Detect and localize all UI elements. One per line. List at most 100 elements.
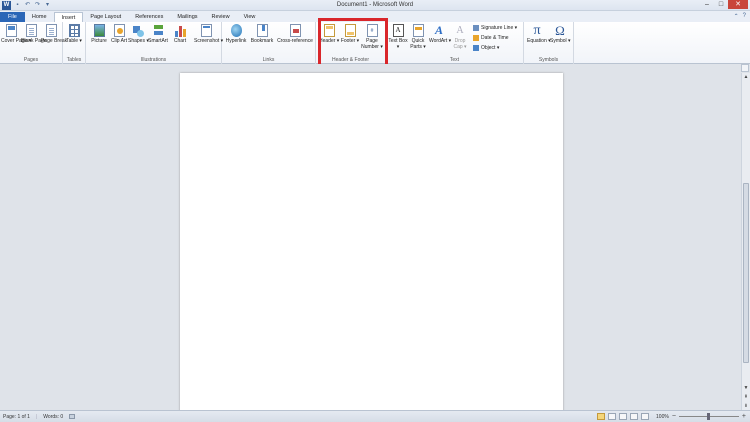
proofing-icon[interactable] — [69, 414, 76, 419]
pi-icon: π — [533, 23, 541, 38]
date-time-button[interactable]: Date & Time — [473, 35, 509, 41]
text-box-button[interactable]: A Text Box ▾ — [388, 24, 408, 50]
outline-view-button[interactable] — [630, 413, 639, 420]
wordart-button[interactable]: A WordArt ▾ — [429, 23, 451, 45]
page-count-status[interactable]: Page: 1 of 1 — [3, 414, 30, 420]
tab-view[interactable]: View — [237, 12, 263, 22]
chart-icon — [174, 24, 186, 37]
bookmark-icon — [256, 24, 268, 37]
hyperlink-globe-icon — [230, 24, 242, 37]
close-button[interactable]: ✕ — [728, 0, 748, 9]
scroll-down-icon[interactable]: ▼ — [742, 384, 750, 392]
header-footer-highlight — [318, 18, 388, 67]
cross-reference-button[interactable]: Cross-reference — [276, 24, 314, 44]
bookmark-button[interactable]: Bookmark — [250, 24, 274, 44]
page-break-button[interactable]: Page Break — [41, 24, 67, 44]
window-title: Document1 - Microsoft Word — [336, 2, 414, 8]
picture-icon — [93, 24, 105, 37]
calendar-icon — [473, 35, 479, 41]
equation-button[interactable]: π Equation ▾ — [527, 23, 551, 45]
status-left: Page: 1 of 1 | Words: 0 — [3, 414, 76, 420]
group-text: A Text Box ▾ Quick Parts ▾ A WordArt ▾ A… — [386, 22, 524, 64]
document-area — [0, 64, 741, 413]
blank-page-icon — [25, 24, 37, 37]
omega-icon: Ω — [555, 23, 565, 38]
table-button[interactable]: Table ▾ — [64, 24, 84, 44]
draft-view-button[interactable] — [641, 413, 650, 420]
scroll-up-icon[interactable]: ▲ — [742, 73, 750, 81]
tab-mailings[interactable]: Mailings — [170, 12, 204, 22]
tab-page-layout[interactable]: Page Layout — [83, 12, 128, 22]
group-label-tables: Tables — [66, 57, 82, 63]
print-layout-view-button[interactable] — [597, 413, 606, 420]
picture-button[interactable]: Picture — [89, 24, 109, 44]
drop-cap-icon: A — [456, 25, 464, 36]
quick-parts-button[interactable]: Quick Parts ▾ — [408, 24, 428, 50]
tab-review[interactable]: Review — [205, 12, 237, 22]
group-label-text: Text — [449, 57, 460, 63]
minimize-ribbon-icon[interactable]: ⌃ — [734, 13, 739, 20]
web-layout-view-button[interactable] — [619, 413, 628, 420]
chart-button[interactable]: Chart — [170, 24, 190, 44]
group-links: Hyperlink Bookmark Cross-reference Links — [222, 22, 316, 64]
vertical-scrollbar[interactable]: ▲ ▼ ⇞ ⇟ — [741, 73, 750, 410]
tab-references[interactable]: References — [128, 12, 170, 22]
tab-insert[interactable]: Insert — [53, 12, 84, 22]
group-tables: Table ▾ Tables — [63, 22, 86, 64]
blank-page-button[interactable]: Blank Page — [21, 24, 47, 44]
screenshot-icon — [200, 24, 212, 37]
wordart-icon: A — [434, 23, 443, 37]
zoom-out-button[interactable]: − — [672, 413, 676, 420]
zoom-slider-thumb[interactable] — [706, 413, 710, 420]
smartart-button[interactable]: SmartArt — [148, 24, 168, 44]
ribbon-controls: ⌃ ? — [734, 13, 746, 20]
tab-file[interactable]: File — [0, 12, 25, 22]
help-icon[interactable]: ? — [743, 13, 746, 20]
status-separator: | — [35, 414, 38, 420]
minimize-button[interactable]: – — [700, 0, 714, 9]
hyperlink-button[interactable]: Hyperlink — [224, 24, 248, 44]
group-pages: Cover Page ▾ Blank Page Page Break Pages — [0, 22, 67, 64]
group-illustrations: Picture Clip Art Shapes ▾ SmartArt Chart… — [86, 22, 223, 64]
group-label-symbols: Symbols — [538, 57, 559, 63]
zoom-slider[interactable] — [678, 413, 739, 420]
status-right: 100% − + — [597, 413, 746, 420]
group-label-illustrations: Illustrations — [140, 57, 167, 63]
word-count-status[interactable]: Words: 0 — [43, 414, 63, 420]
zoom-level[interactable]: 100% — [656, 414, 669, 420]
maximize-button[interactable]: □ — [714, 0, 728, 9]
next-page-icon[interactable]: ⇟ — [742, 402, 750, 410]
group-label-links: Links — [262, 57, 275, 63]
document-page[interactable] — [180, 73, 563, 413]
shapes-button[interactable]: Shapes ▾ — [128, 24, 149, 44]
symbol-button[interactable]: Ω Symbol ▾ — [550, 23, 571, 44]
smartart-icon — [153, 24, 164, 37]
page-break-icon — [45, 24, 57, 37]
group-label-pages: Pages — [23, 57, 39, 63]
table-icon — [68, 24, 80, 37]
cover-page-button[interactable]: Cover Page ▾ — [1, 24, 31, 44]
zoom-in-button[interactable]: + — [742, 413, 746, 420]
signature-line-button[interactable]: Signature Line ▾ — [473, 25, 517, 31]
object-button[interactable]: Object ▾ — [473, 45, 499, 51]
cover-page-icon — [5, 24, 17, 37]
drop-cap-button[interactable]: A Drop Cap ▾ — [450, 24, 470, 50]
shapes-icon — [132, 24, 144, 37]
text-box-icon: A — [392, 24, 404, 37]
title-bar: W ▪ ↶ ↷ ▾ Document1 - Microsoft Word – □… — [0, 0, 750, 11]
tab-home[interactable]: Home — [25, 12, 54, 22]
signature-line-icon — [473, 25, 479, 31]
scroll-thumb[interactable] — [743, 183, 749, 363]
full-screen-reading-view-button[interactable] — [608, 413, 617, 420]
cross-reference-icon — [289, 24, 301, 37]
window-controls: – □ ✕ — [700, 0, 748, 9]
status-bar: Page: 1 of 1 | Words: 0 100% − + — [0, 410, 750, 422]
previous-page-icon[interactable]: ⇞ — [742, 393, 750, 401]
group-symbols: π Equation ▾ Ω Symbol ▾ Symbols — [524, 22, 574, 64]
quick-parts-icon — [412, 24, 424, 37]
view-ruler-button[interactable] — [741, 64, 749, 72]
clip-art-button[interactable]: Clip Art — [109, 24, 129, 44]
screenshot-button[interactable]: Screenshot ▾ — [194, 24, 223, 44]
clip-art-icon — [113, 24, 125, 37]
object-icon — [473, 45, 479, 51]
